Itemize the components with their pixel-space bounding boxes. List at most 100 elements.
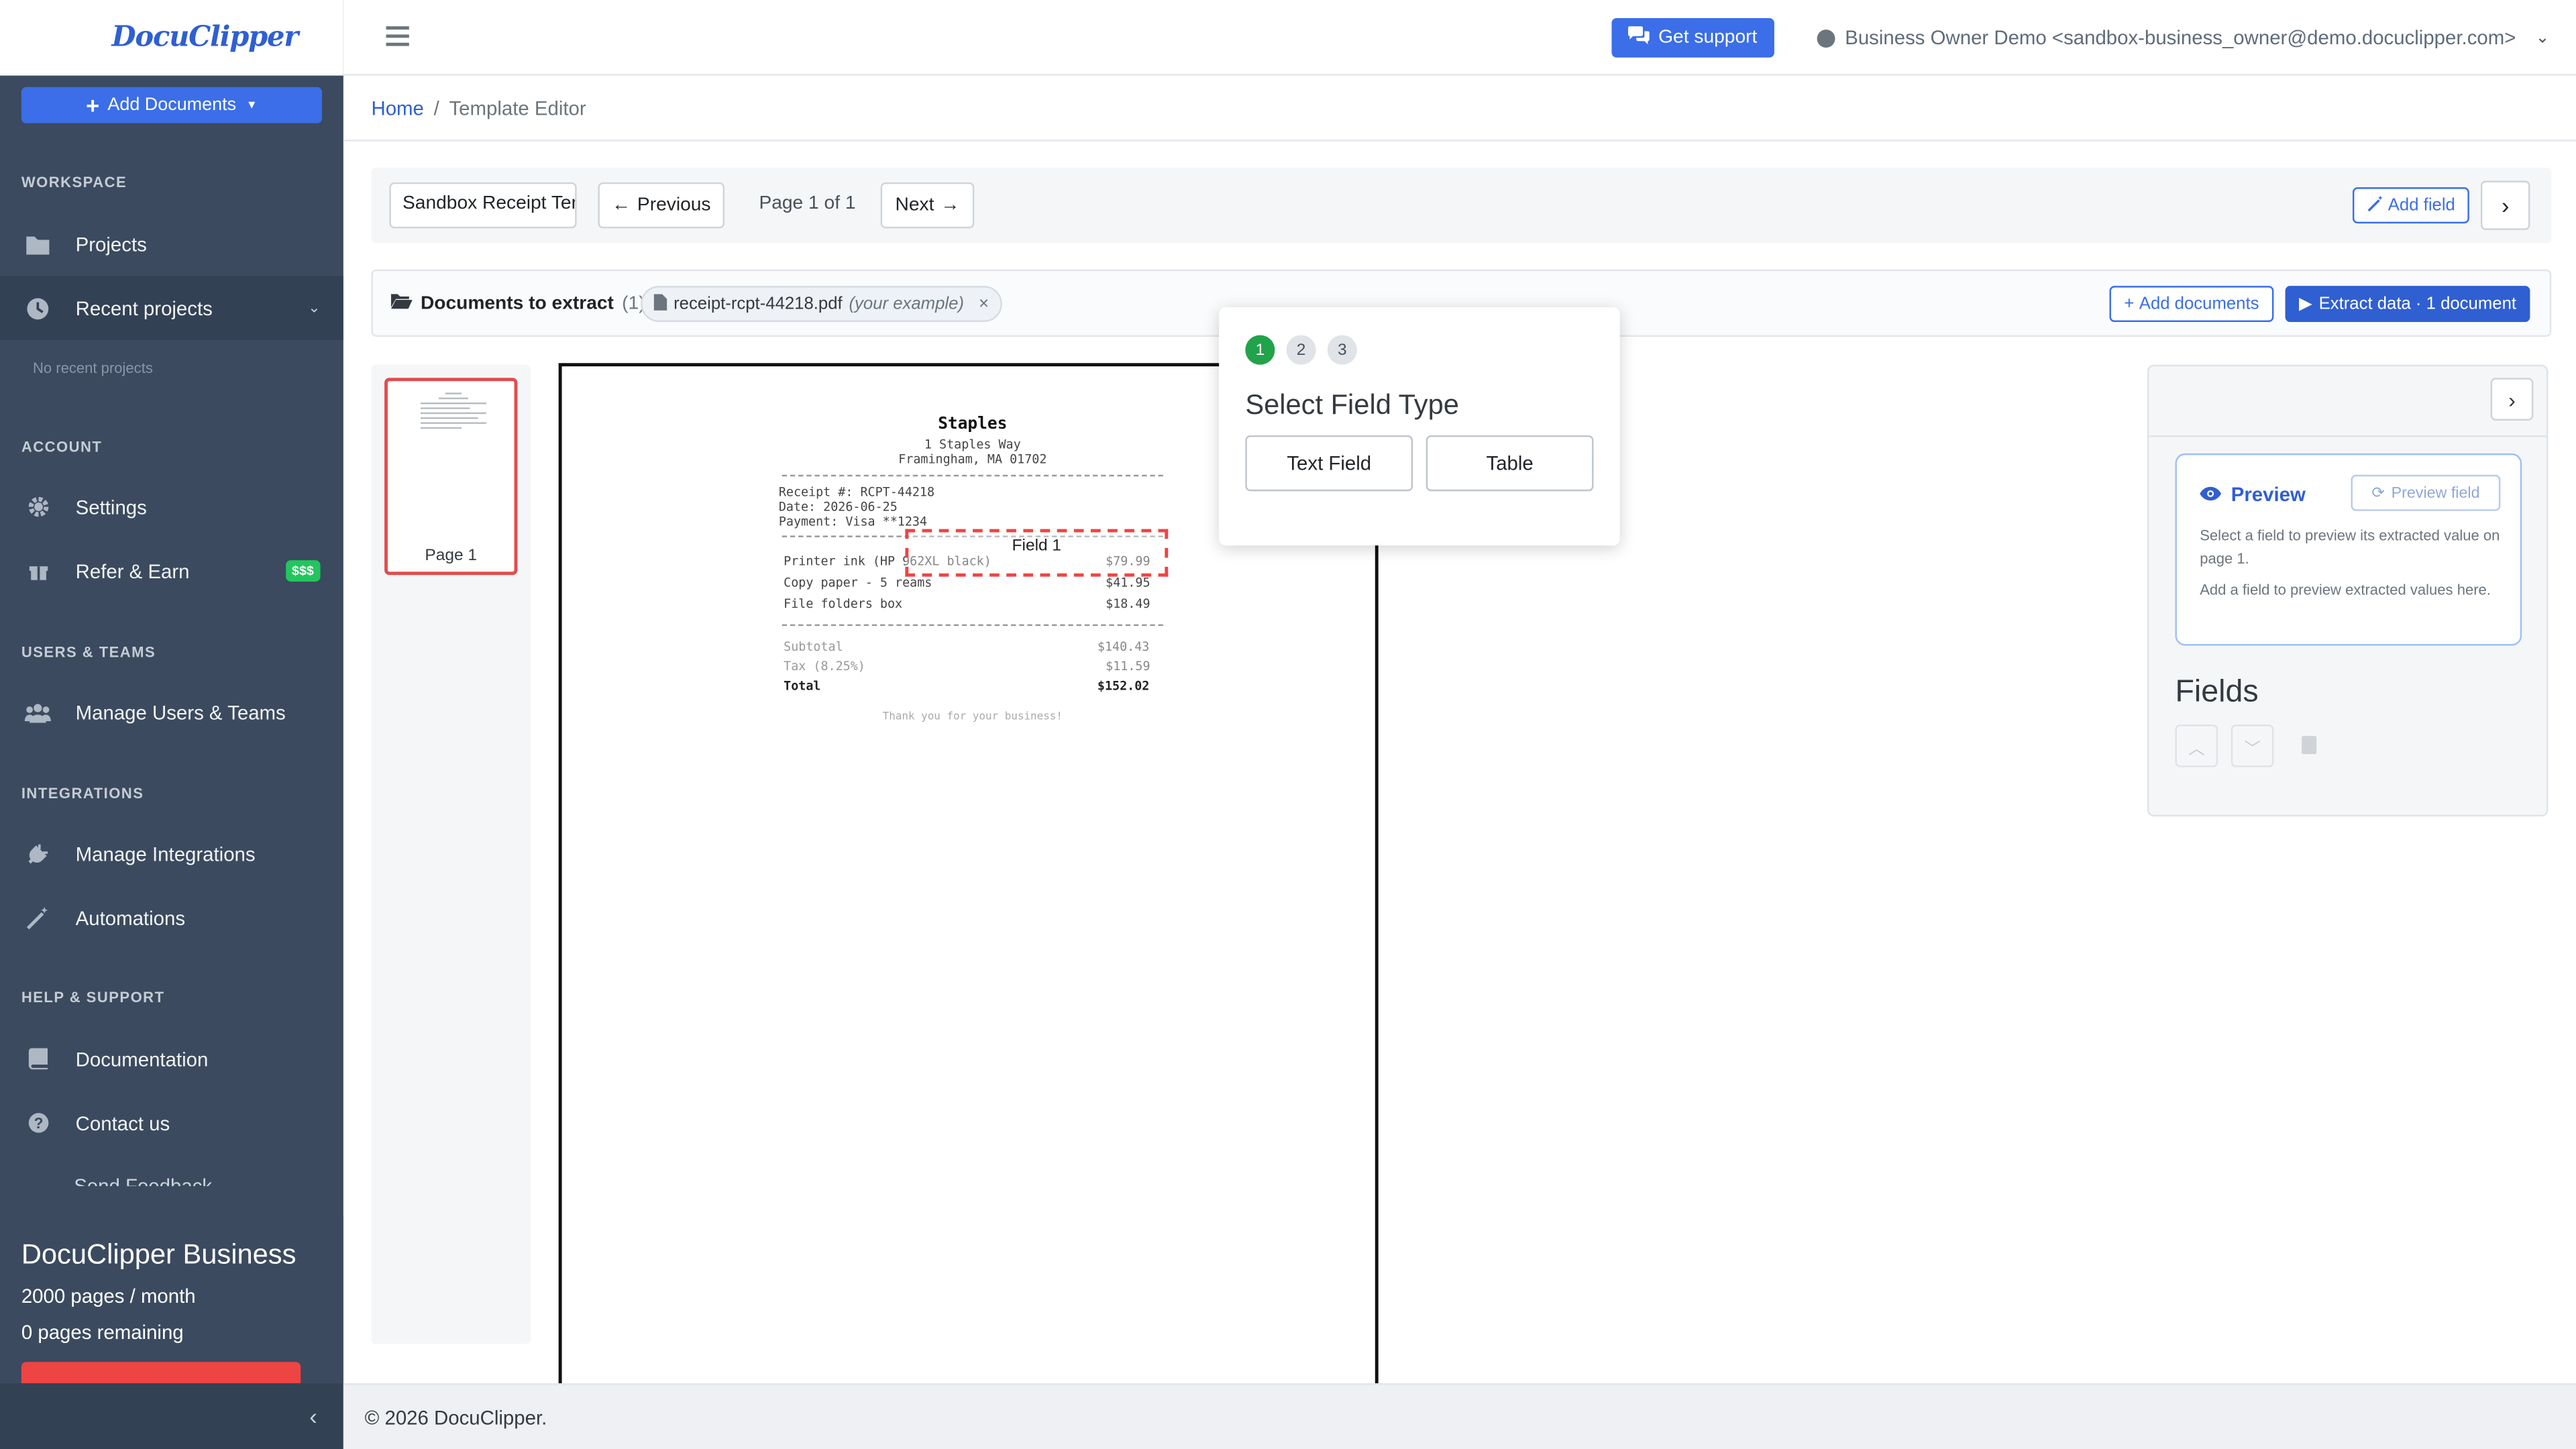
preview-title: Preview bbox=[2200, 483, 2306, 506]
add-field-button[interactable]: Add field bbox=[2352, 187, 2469, 224]
section-workspace: WORKSPACE bbox=[21, 174, 127, 191]
fields-title: Fields bbox=[2175, 675, 2259, 710]
logo-text: DocuClipper bbox=[111, 21, 299, 54]
extract-data-button[interactable]: ▶ Extract data · 1 document bbox=[2285, 286, 2530, 323]
chevron-right-icon: › bbox=[2501, 192, 2510, 219]
gift-icon bbox=[0, 560, 76, 582]
preview-field-button[interactable]: ⟳ Preview field bbox=[2351, 474, 2501, 511]
editor-toolbar: Sandbox Receipt Template ← Previous Page… bbox=[371, 167, 2552, 244]
receipt-item-amount: $41.95 bbox=[1106, 575, 1150, 590]
receipt-item-amount: $18.49 bbox=[1106, 596, 1150, 612]
eye-icon bbox=[2200, 483, 2222, 506]
sidebar-item-manage-users[interactable]: Manage Users & Teams bbox=[0, 680, 343, 745]
text-field-option-button[interactable]: Text Field bbox=[1245, 435, 1413, 492]
folder-open-icon bbox=[390, 292, 413, 314]
documents-title: Documents to extract (1) bbox=[390, 292, 645, 314]
preview-field-label: Preview field bbox=[2391, 484, 2480, 502]
footer: © 2026 DocuClipper. bbox=[343, 1383, 2576, 1449]
plus-icon: + bbox=[2124, 294, 2135, 314]
remove-document-icon[interactable]: × bbox=[979, 294, 989, 313]
section-help-support: HELP & SUPPORT bbox=[21, 989, 165, 1006]
document-chip[interactable]: receipt-rcpt-44218.pdf (your example) × bbox=[641, 286, 1002, 323]
magic-wand-icon bbox=[0, 906, 76, 929]
sidebar-item-projects[interactable]: Projects bbox=[0, 212, 343, 276]
chat-icon bbox=[1629, 26, 1650, 49]
move-field-down-button[interactable]: ﹀ bbox=[2231, 724, 2274, 767]
money-badge: $$$ bbox=[285, 560, 321, 582]
thumbnail-label: Page 1 bbox=[425, 547, 478, 566]
sidebar-item-label: Projects bbox=[75, 232, 147, 256]
receipt-address2: Framingham, MA 01702 bbox=[898, 451, 1047, 467]
move-field-up-button[interactable]: ︿ bbox=[2175, 724, 2218, 767]
document-file-name: receipt-rcpt-44218.pdf bbox=[674, 294, 843, 314]
breadcrumb-home-link[interactable]: Home bbox=[371, 96, 423, 119]
breadcrumb-current: Template Editor bbox=[449, 96, 586, 119]
sidebar-item-settings[interactable]: Settings bbox=[0, 475, 343, 539]
breadcrumb: Home / Template Editor bbox=[343, 76, 2576, 142]
receipt-subtotal: $140.43 bbox=[1097, 639, 1150, 654]
add-field-label: Add field bbox=[2387, 195, 2455, 215]
next-page-button[interactable]: Next → bbox=[880, 182, 975, 229]
hamburger-menu-icon[interactable] bbox=[386, 26, 409, 46]
step-indicator-2: 2 bbox=[1286, 335, 1316, 365]
receipt-subtotal-label: Subtotal bbox=[784, 639, 843, 654]
receipt-address1: 1 Staples Way bbox=[924, 437, 1021, 452]
sidebar-item-automations[interactable]: Automations bbox=[0, 885, 343, 950]
preview-title-label: Preview bbox=[2231, 483, 2306, 506]
add-documents-label: Add Documents bbox=[107, 95, 237, 115]
table-option-button[interactable]: Table bbox=[1426, 435, 1594, 492]
section-account: ACCOUNT bbox=[21, 438, 103, 455]
section-integrations: INTEGRATIONS bbox=[21, 785, 144, 802]
sidebar-item-send-feedback[interactable]: Send Feedback bbox=[74, 1170, 212, 1186]
upgrade-button[interactable] bbox=[21, 1362, 301, 1384]
sidebar-item-label: Refer & Earn bbox=[75, 559, 190, 583]
get-support-button[interactable]: Get support bbox=[1611, 17, 1774, 58]
add-documents-button[interactable]: + Add documents bbox=[2109, 286, 2274, 323]
receipt-store: Staples bbox=[938, 415, 1008, 434]
breadcrumb-separator: / bbox=[433, 96, 439, 119]
chevron-down-icon: ⌄ bbox=[2535, 28, 2550, 47]
add-documents-button[interactable]: + Add Documents ▼ bbox=[21, 87, 323, 123]
sidebar-item-recent-projects[interactable]: Recent projects ⌄ bbox=[0, 276, 343, 340]
field-selection-box[interactable]: Field 1 bbox=[905, 529, 1169, 577]
book-icon bbox=[0, 1048, 76, 1070]
sidebar-item-contact-us[interactable]: ? Contact us bbox=[0, 1091, 343, 1155]
sidebar-item-label: Documentation bbox=[75, 1047, 209, 1071]
caret-down-icon: ▼ bbox=[246, 99, 258, 111]
chevron-right-icon: › bbox=[2508, 386, 2516, 412]
arrow-left-icon: ← bbox=[611, 195, 631, 215]
sidebar-item-label: Settings bbox=[75, 495, 147, 519]
document-note: (your example) bbox=[849, 294, 964, 314]
sidebar-item-label: Automations bbox=[75, 906, 186, 929]
field-type-popover: 1 2 3 Select Field Type Text Field Table bbox=[1219, 307, 1620, 546]
receipt-number: Receipt #: RCPT-44218 bbox=[778, 484, 935, 500]
logo[interactable]: DocuClipper bbox=[0, 0, 343, 76]
sidebar: DocuClipper + Add Documents ▼ WORKSPACE … bbox=[0, 0, 343, 1449]
collapse-panel-button[interactable]: › bbox=[2490, 378, 2534, 421]
fields-panel: › Preview ⟳ Preview field Select a field… bbox=[2147, 364, 2548, 817]
footer-copyright: © 2026 DocuClipper. bbox=[364, 1406, 547, 1430]
clock-icon bbox=[0, 297, 76, 319]
preview-empty-text: Add a field to preview extracted values … bbox=[2200, 581, 2491, 598]
magic-wand-icon bbox=[2367, 195, 2383, 216]
user-menu[interactable]: Business Owner Demo <sandbox-business_ow… bbox=[1817, 26, 2550, 49]
users-icon bbox=[0, 702, 76, 722]
sidebar-item-manage-integrations[interactable]: Manage Integrations bbox=[0, 822, 343, 886]
gear-icon bbox=[0, 496, 76, 518]
trash-icon[interactable] bbox=[2302, 736, 2317, 755]
sidebar-item-label: Recent projects bbox=[75, 297, 213, 320]
chevron-down-icon: ⌄ bbox=[308, 299, 321, 316]
sidebar-item-documentation[interactable]: Documentation bbox=[0, 1027, 343, 1091]
collapse-sidebar-icon[interactable]: ‹ bbox=[309, 1403, 317, 1429]
receipt-item-desc: File folders box bbox=[784, 596, 903, 612]
file-icon bbox=[653, 293, 667, 315]
sidebar-item-refer-earn[interactable]: Refer & Earn $$$ bbox=[0, 539, 343, 603]
previous-page-button[interactable]: ← Previous bbox=[598, 182, 725, 229]
receipt-date: Date: 2026-06-25 bbox=[778, 499, 898, 515]
chevron-up-icon: ︿ bbox=[2188, 740, 2205, 759]
field-box-label: Field 1 bbox=[1012, 537, 1062, 555]
sidebar-item-label: Contact us bbox=[75, 1111, 170, 1135]
page-thumbnail[interactable]: Page 1 bbox=[384, 378, 518, 576]
template-name-input[interactable]: Sandbox Receipt Template bbox=[389, 182, 577, 229]
toggle-panel-button[interactable]: › bbox=[2480, 180, 2530, 230]
